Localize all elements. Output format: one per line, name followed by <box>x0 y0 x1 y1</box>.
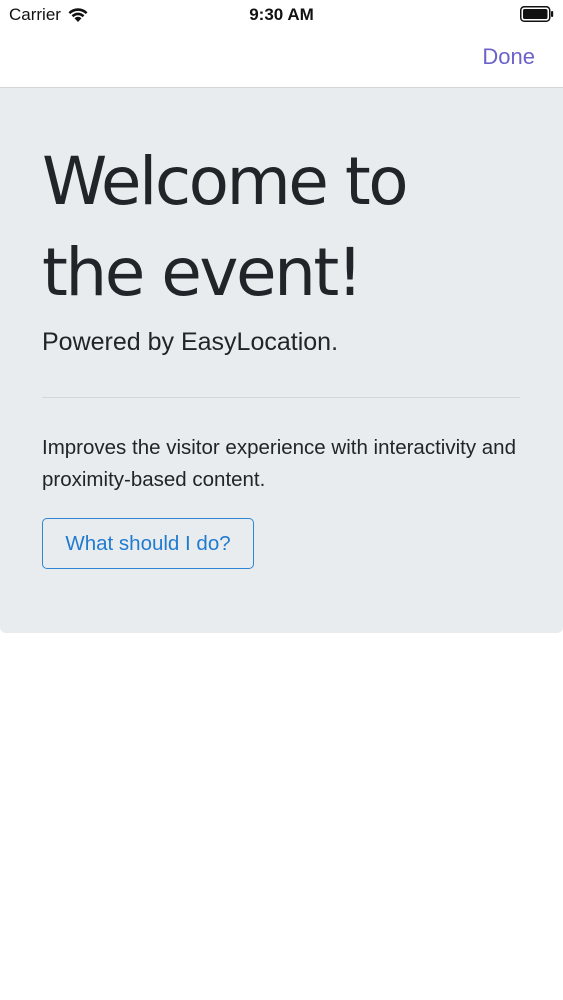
divider <box>42 397 520 398</box>
description: Improves the visitor experience with int… <box>42 436 516 491</box>
what-should-i-do-button[interactable]: What should I do? <box>42 518 254 569</box>
navigation-bar: Done <box>0 30 563 88</box>
welcome-card: Welcome to the event! Powered by EasyLoc… <box>0 88 563 633</box>
clock: 9:30 AM <box>249 5 314 24</box>
page-title: Welcome to the event! <box>42 143 409 311</box>
battery-icon <box>520 6 554 22</box>
subtitle: Powered by EasyLocation. <box>42 328 339 356</box>
status-bar: Carrier 9:30 AM <box>0 0 563 30</box>
done-button[interactable]: Done <box>482 44 535 70</box>
